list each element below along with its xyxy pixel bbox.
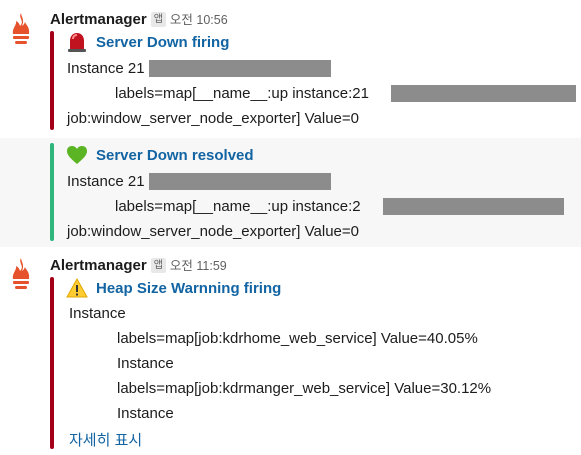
app-badge: 앱	[150, 12, 166, 27]
alert-line: Instance	[117, 405, 174, 422]
alert-line: labels=map[job:kdrhome_web_service] Valu…	[117, 330, 478, 347]
green-heart-icon	[67, 146, 87, 164]
attachment-color-bar	[50, 277, 54, 449]
alert-line: labels=map[job:kdrmanger_web_service] Va…	[117, 380, 492, 397]
attachment-title[interactable]: Server Down resolved	[67, 146, 254, 164]
attachment-title[interactable]: Heap Size Warnning firing	[66, 277, 281, 298]
app-badge: 앱	[150, 258, 166, 273]
alert-line: Instance	[69, 305, 126, 322]
redaction-box	[383, 198, 564, 215]
message-header: Alertmanager 앱 오전 11:59	[50, 255, 227, 274]
message-1: Alertmanager 앱 오전 10:56 Server Down firing…	[0, 0, 581, 138]
attachment-title[interactable]: Server Down firing	[68, 33, 229, 52]
attachment-color-bar	[50, 143, 54, 241]
alert-line: labels=map[__name__:up instance:2	[115, 198, 361, 215]
message-header: Alertmanager 앱 오전 10:56	[50, 9, 228, 28]
message-2: Server Down resolved Instance 21 labels=…	[0, 138, 581, 247]
timestamp[interactable]: 오전 11:59	[170, 259, 227, 273]
prometheus-avatar-icon[interactable]	[6, 12, 36, 48]
alert-line: Instance 21	[67, 173, 145, 190]
alert-line: job:window_server_node_exporter] Value=0	[67, 223, 359, 240]
alert-line: Instance	[117, 355, 174, 372]
alert-attachment: Server Down firing Instance 21 labels=ma…	[50, 31, 581, 130]
alert-line: job:window_server_node_exporter] Value=0	[67, 110, 359, 127]
sender-name[interactable]: Alertmanager	[50, 257, 147, 274]
rotating-light-icon	[68, 33, 86, 52]
attachment-color-bar	[50, 31, 54, 130]
redaction-box	[391, 85, 576, 102]
redaction-box	[149, 173, 331, 190]
alert-attachment: Server Down resolved Instance 21 labels=…	[50, 143, 581, 241]
alert-attachment: Heap Size Warnning firing Instance label…	[50, 277, 581, 449]
message-3: Alertmanager 앱 오전 11:59 Heap Size Warnning…	[0, 247, 581, 455]
timestamp[interactable]: 오전 10:56	[170, 13, 228, 27]
prometheus-avatar-icon[interactable]	[6, 257, 36, 293]
warning-icon	[66, 277, 88, 298]
sender-name[interactable]: Alertmanager	[50, 11, 147, 28]
alert-line: Instance 21	[67, 60, 145, 77]
show-more-link[interactable]: 자세히 표시	[69, 429, 142, 450]
alert-line: labels=map[__name__:up instance:21	[115, 85, 369, 102]
redaction-box	[149, 60, 331, 77]
